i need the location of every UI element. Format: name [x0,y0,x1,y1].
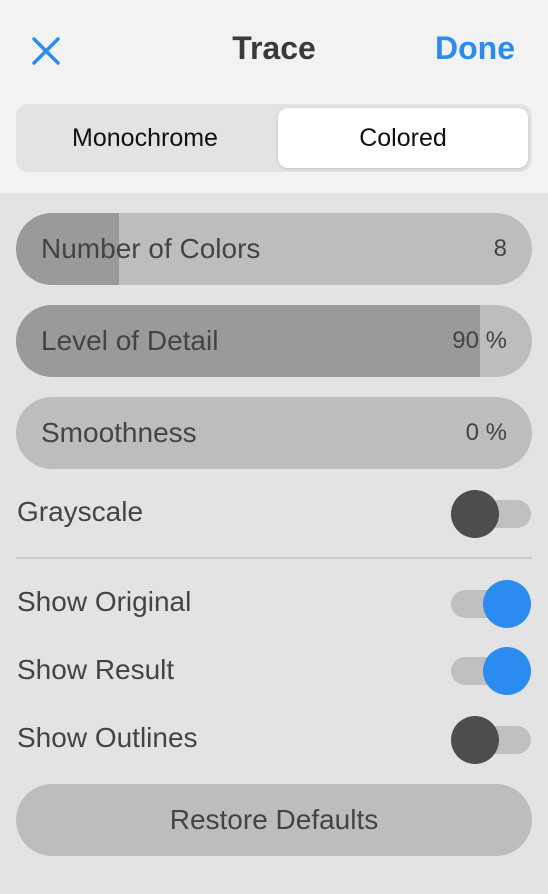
slider-label: Number of Colors [41,233,261,264]
show-result-toggle[interactable] [451,647,531,695]
toggle-knob [451,490,499,538]
show-original-toggle[interactable] [451,580,531,628]
trace-panel: Trace Done Monochrome Colored Number of … [0,0,548,894]
toggle-knob [483,580,531,628]
grayscale-label: Grayscale [17,496,144,527]
toggle-knob [483,647,531,695]
restore-defaults-button[interactable]: Restore Defaults [16,784,532,856]
toggle-knob [451,716,499,764]
slider-label: Smoothness [41,417,197,448]
slider-value: 8 [493,235,507,262]
show-result-label: Show Result [17,654,175,685]
show-original-label: Show Original [17,586,192,617]
grayscale-toggle[interactable] [451,490,531,538]
show-outlines-label: Show Outlines [17,722,198,753]
show-outlines-toggle[interactable] [451,716,531,764]
slider-label: Level of Detail [41,325,219,356]
divider [16,557,532,559]
done-button[interactable]: Done [435,30,515,67]
slider-value: 90 % [452,327,507,354]
level-of-detail-slider[interactable]: Level of Detail 90 % [16,305,532,377]
smoothness-slider[interactable]: Smoothness 0 % [16,397,532,469]
number-of-colors-slider[interactable]: Number of Colors 8 [16,213,532,285]
tab-colored[interactable]: Colored [278,108,528,168]
mode-segmented-control: Monochrome Colored [16,104,532,172]
header: Trace Done Monochrome Colored [0,0,548,193]
slider-value: 0 % [465,419,507,446]
tab-monochrome[interactable]: Monochrome [20,108,270,168]
